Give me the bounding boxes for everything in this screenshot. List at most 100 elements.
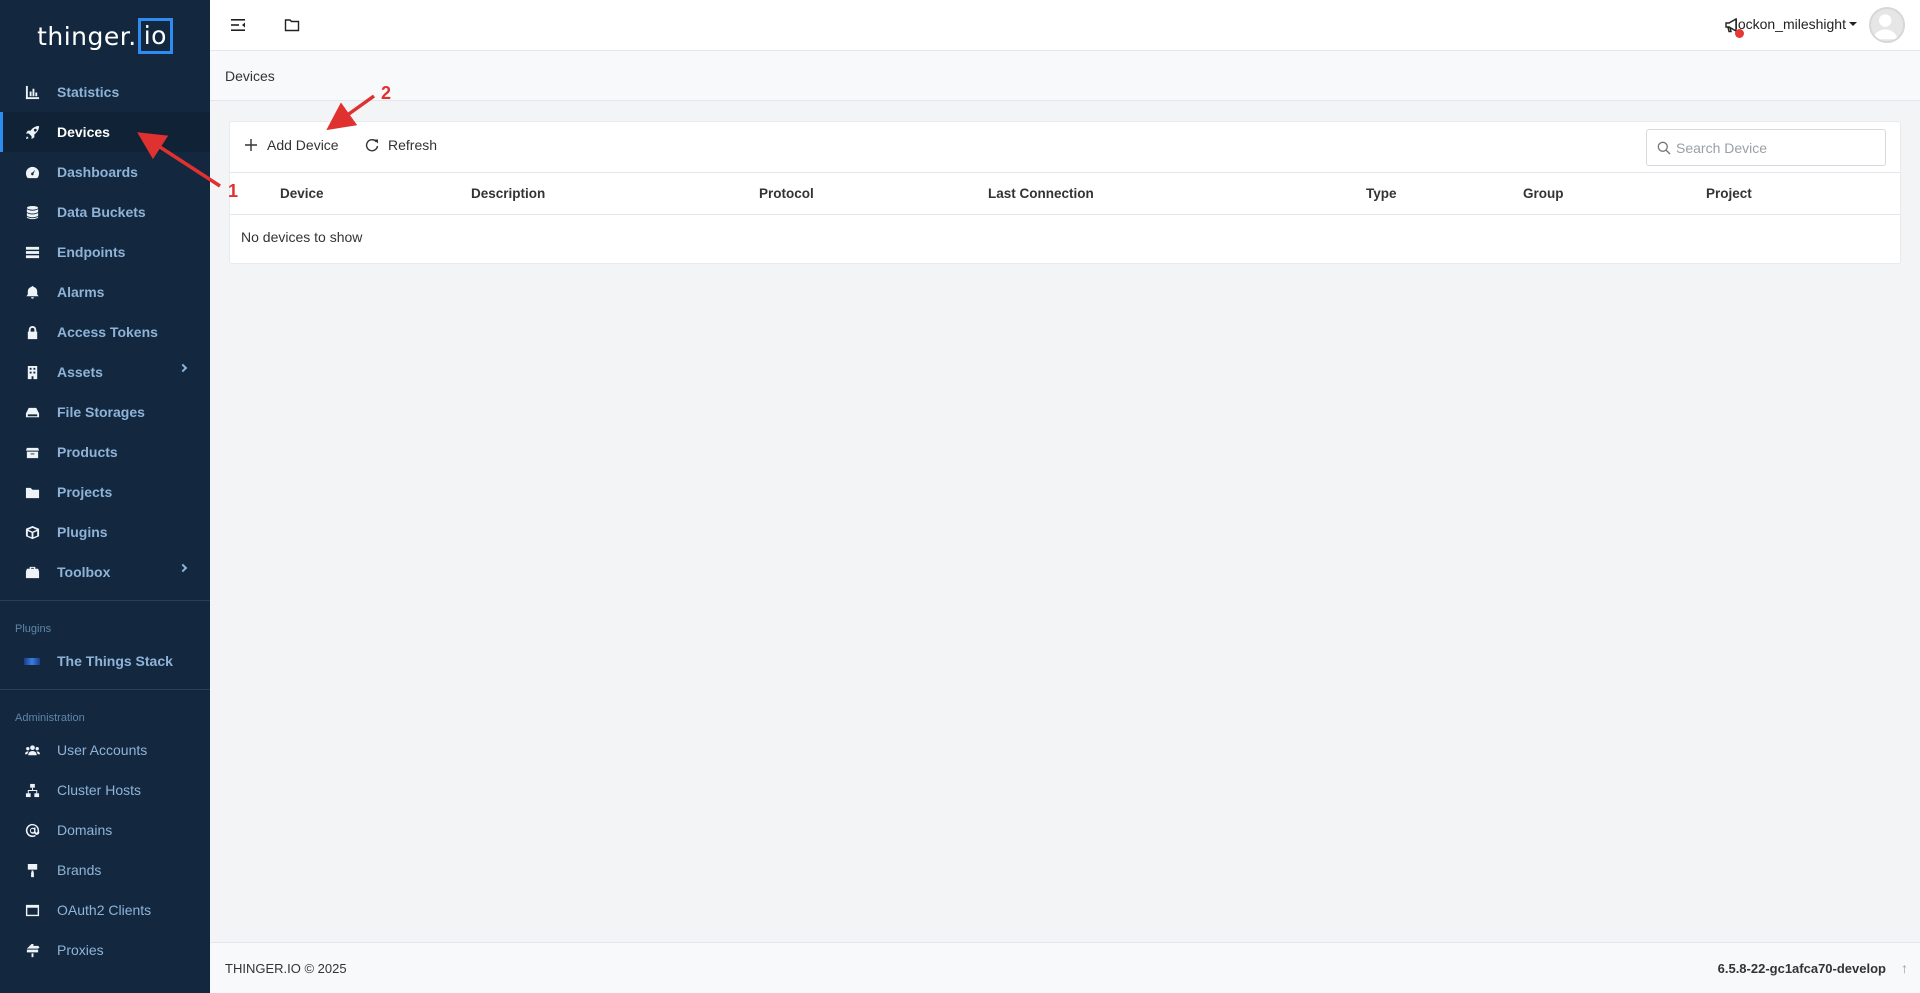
sidebar-item-label: Domains xyxy=(57,822,113,838)
sidebar-item-access-tokens[interactable]: Access Tokens xyxy=(0,312,210,352)
sidebar-item-label: OAuth2 Clients xyxy=(57,902,152,918)
folder-icon[interactable] xyxy=(282,15,302,35)
plus-icon xyxy=(245,139,257,151)
toolbox-icon xyxy=(24,564,40,580)
sidebar-item-alarms[interactable]: Alarms xyxy=(0,272,210,312)
building-icon xyxy=(24,364,40,380)
column-header-description[interactable]: Description xyxy=(471,186,545,201)
logo[interactable]: thinger. io xyxy=(0,0,210,72)
sidebar-item-label: Devices xyxy=(57,124,110,140)
sidebar-item-label: Proxies xyxy=(57,942,104,958)
sidebar-item-label: Data Buckets xyxy=(57,204,146,220)
sidebar-item-label: Toolbox xyxy=(57,564,111,580)
refresh-button[interactable]: Refresh xyxy=(365,137,437,153)
sidebar-item-assets[interactable]: Assets xyxy=(0,352,210,392)
sidebar-item-products[interactable]: Products xyxy=(0,432,210,472)
sidebar-item-domains[interactable]: Domains xyxy=(0,810,210,850)
section-heading-administration: Administration xyxy=(15,712,85,724)
gauge-icon xyxy=(24,164,40,180)
server-icon xyxy=(24,244,40,260)
footer: THINGER.IO © 2025 6.5.8-22-gc1afca70-dev… xyxy=(210,942,1920,993)
sidebar-item-brands[interactable]: Brands xyxy=(0,850,210,890)
sidebar-item-label: Brands xyxy=(57,862,102,878)
sidebar-item-cluster-hosts[interactable]: Cluster Hosts xyxy=(0,770,210,810)
sidebar-item-dashboards[interactable]: Dashboards xyxy=(0,152,210,192)
sidebar: thinger. io Statistics Devices Dashboards… xyxy=(0,0,210,993)
search-device-field[interactable] xyxy=(1646,129,1886,166)
logo-text: thinger. xyxy=(37,21,137,51)
search-icon xyxy=(1657,141,1671,154)
top-bar: lockon_mileshight xyxy=(210,0,1920,51)
sidebar-item-label: Cluster Hosts xyxy=(57,782,142,798)
sidebar-item-label: Plugins xyxy=(57,524,108,540)
avatar[interactable] xyxy=(1869,7,1905,43)
sidebar-item-data-buckets[interactable]: Data Buckets xyxy=(0,192,210,232)
network-icon xyxy=(24,782,40,798)
sidebar-item-label: Assets xyxy=(57,364,103,380)
sidebar-toggle-icon[interactable] xyxy=(228,15,248,35)
user-menu[interactable]: lockon_mileshight xyxy=(1735,16,1857,32)
sidebar-item-label: Alarms xyxy=(57,284,105,300)
sidebar-item-toolbox[interactable]: Toolbox xyxy=(0,552,210,592)
cube-icon xyxy=(24,524,40,540)
footer-version: 6.5.8-22-gc1afca70-develop xyxy=(1717,961,1886,976)
lock-icon xyxy=(24,324,40,340)
sidebar-item-oauth2-clients[interactable]: OAuth2 Clients xyxy=(0,890,210,930)
footer-copyright: THINGER.IO © 2025 xyxy=(225,961,347,976)
username: lockon_mileshight xyxy=(1734,16,1846,32)
chevron-right-icon xyxy=(178,563,188,573)
column-header-project[interactable]: Project xyxy=(1706,186,1752,201)
at-icon xyxy=(24,822,40,838)
bell-icon xyxy=(24,284,40,300)
arrow-up-icon[interactable]: ↑ xyxy=(1901,960,1908,976)
sidebar-item-file-storages[interactable]: File Storages xyxy=(0,392,210,432)
sidebar-item-label: User Accounts xyxy=(57,742,148,758)
window-icon xyxy=(24,902,40,918)
column-header-type[interactable]: Type xyxy=(1366,186,1397,201)
hdd-icon xyxy=(24,404,40,420)
chevron-right-icon xyxy=(178,363,188,373)
column-header-last-connection[interactable]: Last Connection xyxy=(988,186,1094,201)
logo-box: io xyxy=(137,18,173,54)
refresh-label: Refresh xyxy=(388,137,438,153)
sidebar-item-user-accounts[interactable]: User Accounts xyxy=(0,730,210,770)
add-device-button[interactable]: Add Device xyxy=(244,137,339,153)
breadcrumb: Devices xyxy=(210,51,1920,101)
column-header-device[interactable]: Device xyxy=(280,186,324,201)
sidebar-item-label: Dashboards xyxy=(57,164,138,180)
table-header: Device Description Protocol Last Connect… xyxy=(230,173,1900,215)
column-header-protocol[interactable]: Protocol xyxy=(759,186,814,201)
box-icon xyxy=(24,444,40,460)
chart-bar-icon xyxy=(24,84,40,100)
paint-roller-icon xyxy=(24,862,40,878)
annotation-number-1: 1 xyxy=(228,181,239,201)
sidebar-item-label: Endpoints xyxy=(57,244,126,260)
sidebar-menu: Statistics Devices Dashboards Data Bucke… xyxy=(0,72,210,592)
sidebar-item-label: File Storages xyxy=(57,404,145,420)
sidebar-item-endpoints[interactable]: Endpoints xyxy=(0,232,210,272)
sidebar-item-plugins[interactable]: Plugins xyxy=(0,512,210,552)
folder-icon xyxy=(24,484,40,500)
section-heading-plugins: Plugins xyxy=(15,623,52,635)
annotation-number-2: 2 xyxy=(381,83,392,103)
users-icon xyxy=(24,742,40,758)
the-things-stack-icon xyxy=(24,653,40,669)
table-toolbar: Add Device Refresh xyxy=(230,122,1900,173)
rocket-icon xyxy=(24,124,40,140)
caret-down-icon xyxy=(1849,22,1857,26)
refresh-icon xyxy=(365,139,379,152)
sidebar-item-devices[interactable]: Devices xyxy=(0,112,210,152)
database-icon xyxy=(24,204,40,220)
column-header-group[interactable]: Group xyxy=(1523,186,1564,201)
breadcrumb-current: Devices xyxy=(225,67,275,84)
sidebar-item-the-things-stack[interactable]: The Things Stack xyxy=(0,641,210,681)
sidebar-item-proxies[interactable]: Proxies xyxy=(0,930,210,970)
sidebar-item-statistics[interactable]: Statistics xyxy=(0,72,210,112)
search-device-input[interactable] xyxy=(1676,139,1876,156)
sidebar-item-projects[interactable]: Projects xyxy=(0,472,210,512)
sidebar-item-label: Projects xyxy=(57,484,113,500)
signs-icon xyxy=(24,942,40,958)
sidebar-item-label: Statistics xyxy=(57,84,120,100)
sidebar-item-label: Products xyxy=(57,444,118,460)
empty-table-message: No devices to show xyxy=(241,229,363,245)
